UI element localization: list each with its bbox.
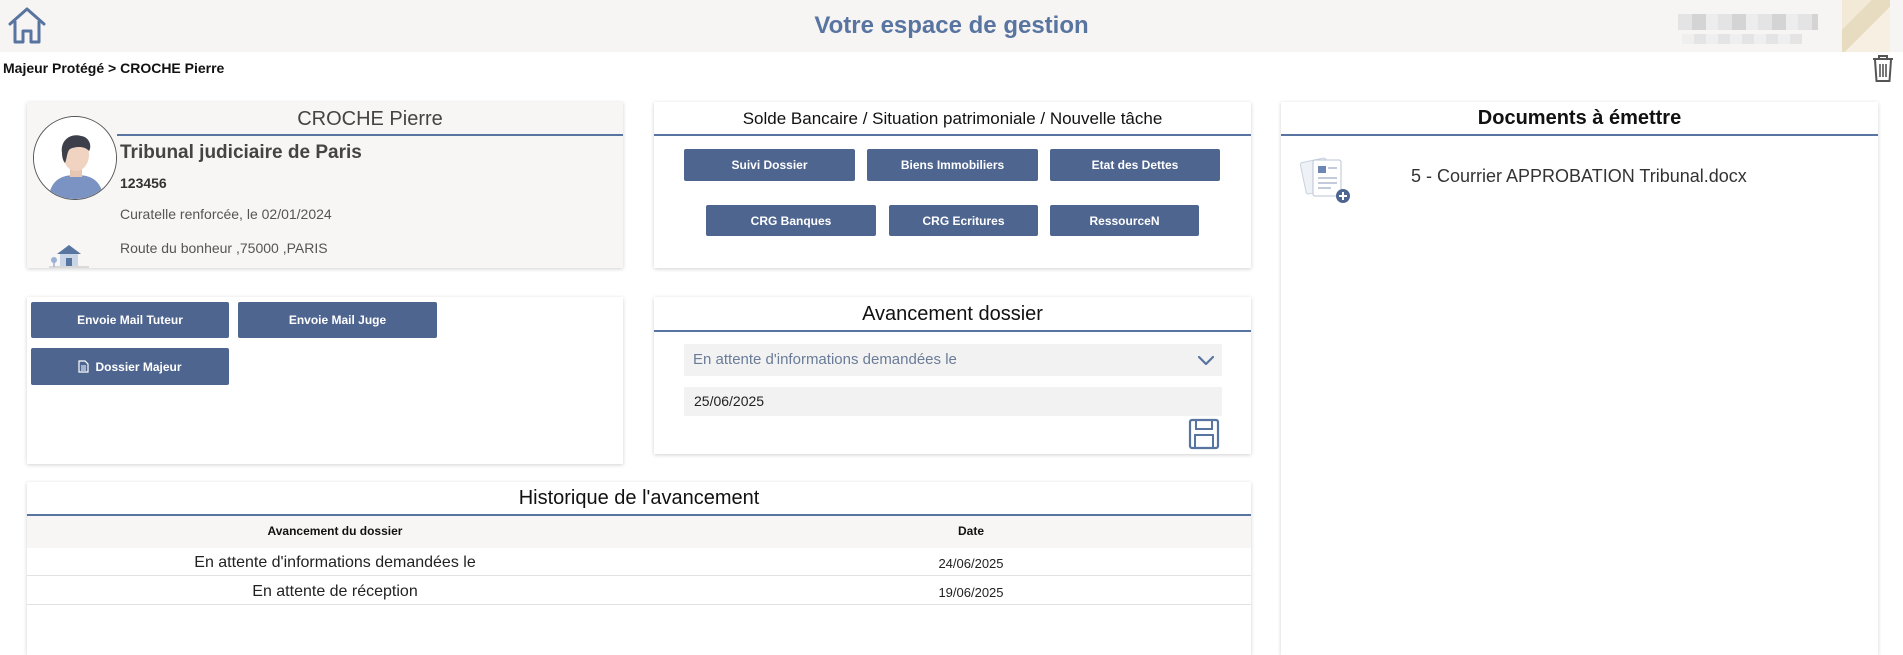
person-avatar-icon [34,117,116,199]
person-address: Route du bonheur ,75000 ,PARIS [120,240,328,256]
column-header-date[interactable]: Date [827,524,1115,538]
actions-title: Solde Bancaire / Situation patrimoniale … [654,102,1251,136]
status-select[interactable]: En attente d'informations demandées le [684,344,1222,376]
mail-card: Envoie Mail Tuteur Envoie Mail Juge Doss… [27,297,623,464]
documents-card: Documents à émettre 5 - Courrier APPROBA… [1281,102,1878,655]
tribunal-name: Tribunal judiciaire de Paris [120,142,362,163]
app-title: Votre espace de gestion [814,12,1089,39]
status-select-value: En attente d'informations demandées le [693,351,957,368]
case-number: 123456 [120,175,167,191]
row-status: En attente de réception [252,583,418,600]
crg-banques-button[interactable]: CRG Banques [706,205,876,236]
actions-card: Solde Bancaire / Situation patrimoniale … [654,102,1251,268]
top-bar: Votre espace de gestion [0,0,1903,52]
mail-tuteur-button[interactable]: Envoie Mail Tuteur [31,302,229,338]
table-row[interactable]: En attente d'informations demandées le 2… [27,548,1251,576]
house-icon [49,245,89,268]
dossier-majeur-label: Dossier Majeur [95,359,182,374]
documents-title: Documents à émettre [1281,102,1878,136]
user-role-blurred [1682,34,1802,44]
historique-title: Historique de l'avancement [27,482,1251,516]
ressourcen-button[interactable]: RessourceN [1050,205,1199,236]
biens-immobiliers-button[interactable]: Biens Immobiliers [867,149,1038,181]
user-name-blurred [1678,14,1818,30]
date-input[interactable]: 25/06/2025 [684,387,1222,416]
protection-measure: Curatelle renforcée, le 02/01/2024 [120,206,332,222]
breadcrumb: Majeur Protégé > CROCHE Pierre [3,60,225,76]
etat-dettes-button[interactable]: Etat des Dettes [1050,149,1220,181]
row-date: 24/06/2025 [938,556,1004,571]
person-card: CROCHE Pierre Tribunal judiciaire de Par… [27,102,623,268]
suivi-dossier-button[interactable]: Suivi Dossier [684,149,855,181]
table-header: Avancement du dossier Date [27,516,1251,548]
save-icon[interactable] [1188,418,1220,450]
person-name: CROCHE Pierre [117,102,623,136]
table-row[interactable]: En attente de réception 19/06/2025 [27,577,1251,605]
document-icon [78,360,90,373]
avancement-card: Avancement dossier En attente d'informat… [654,297,1251,454]
row-status: En attente d'informations demandées le [194,554,476,571]
document-item[interactable]: 5 - Courrier APPROBATION Tribunal.docx [1411,166,1747,187]
avancement-title: Avancement dossier [654,297,1251,332]
trash-icon[interactable] [1871,53,1895,83]
dossier-majeur-button[interactable]: Dossier Majeur [31,348,229,385]
new-document-icon[interactable] [1299,154,1355,206]
row-date: 19/06/2025 [938,585,1004,600]
mail-juge-button[interactable]: Envoie Mail Juge [238,302,437,338]
chevron-down-icon [1197,355,1215,366]
crg-ecritures-button[interactable]: CRG Ecritures [889,205,1038,236]
avatar [33,116,117,200]
user-avatar-blurred[interactable] [1842,0,1890,52]
historique-card: Historique de l'avancement Avancement du… [27,482,1251,655]
column-header-avancement[interactable]: Avancement du dossier [27,524,643,538]
